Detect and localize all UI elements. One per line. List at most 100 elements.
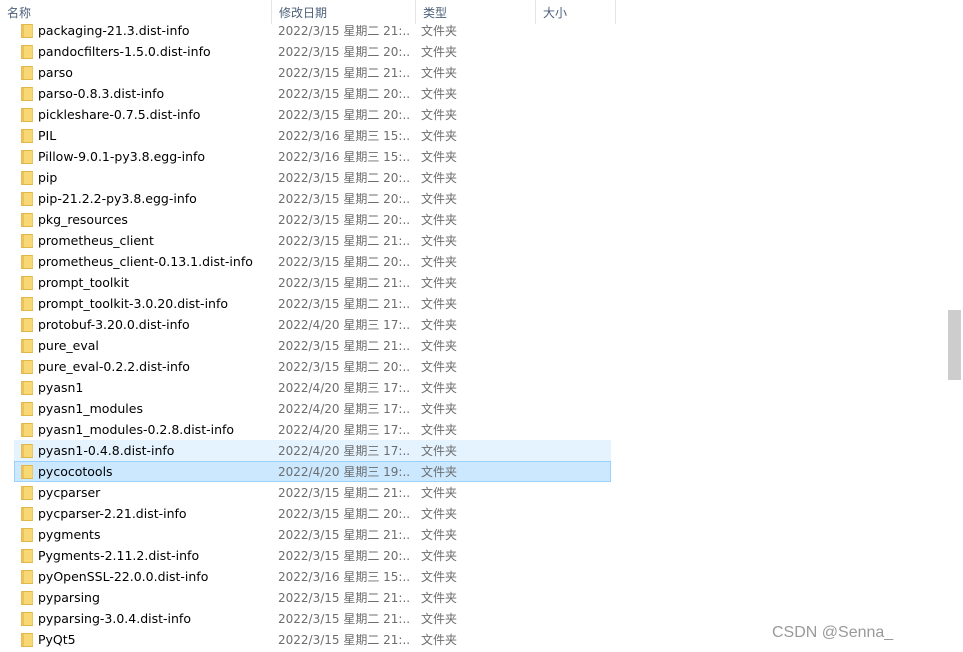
file-name: pyparsing-3.0.4.dist-info <box>38 611 191 626</box>
file-modified-date: 2022/3/15 星期二 20:... <box>278 213 410 227</box>
file-name: pip-21.2.2-py3.8.egg-info <box>38 191 197 206</box>
file-row[interactable]: pip 2022/3/15 星期二 20:... 文件夹 <box>14 167 611 188</box>
file-row[interactable]: pycocotools 2022/4/20 星期三 19:... 文件夹 <box>14 461 611 482</box>
file-modified-date: 2022/3/15 星期二 20:... <box>278 45 410 59</box>
folder-icon <box>21 150 33 164</box>
folder-icon <box>21 465 33 479</box>
file-row[interactable]: pickleshare-0.7.5.dist-info 2022/3/15 星期二… <box>14 104 611 125</box>
vertical-scrollbar[interactable] <box>946 0 963 652</box>
file-name: pycparser <box>38 485 101 500</box>
file-type: 文件夹 <box>421 45 458 59</box>
file-row[interactable]: PyQt5 2022/3/15 星期二 21:... 文件夹 <box>14 629 611 650</box>
folder-icon <box>21 213 33 227</box>
folder-icon <box>21 402 33 416</box>
file-type: 文件夹 <box>421 24 458 38</box>
folder-icon <box>21 381 33 395</box>
file-type: 文件夹 <box>421 339 458 353</box>
file-type: 文件夹 <box>421 213 458 227</box>
folder-icon <box>21 297 33 311</box>
folder-icon <box>21 528 33 542</box>
folder-icon <box>21 87 33 101</box>
file-row[interactable]: pycparser 2022/3/15 星期二 21:... 文件夹 <box>14 482 611 503</box>
file-name: pandocfilters-1.5.0.dist-info <box>38 44 211 59</box>
file-modified-date: 2022/3/15 星期二 21:... <box>278 276 410 290</box>
file-type: 文件夹 <box>421 318 458 332</box>
file-name: prompt_toolkit-3.0.20.dist-info <box>38 296 229 311</box>
file-type: 文件夹 <box>421 549 458 563</box>
file-row[interactable]: pip-21.2.2-py3.8.egg-info 2022/3/15 星期二 2… <box>14 188 611 209</box>
file-row[interactable]: pandocfilters-1.5.0.dist-info 2022/3/15 星… <box>14 41 611 62</box>
file-type: 文件夹 <box>421 87 458 101</box>
file-modified-date: 2022/4/20 星期三 19:... <box>278 465 410 479</box>
file-name: parso-0.8.3.dist-info <box>38 86 165 101</box>
folder-icon <box>21 255 33 269</box>
file-row[interactable]: prompt_toolkit-3.0.20.dist-info 2022/3/15… <box>14 293 611 314</box>
watermark: CSDN @Senna_ <box>772 624 894 641</box>
file-modified-date: 2022/3/15 星期二 20:... <box>278 255 410 269</box>
file-type: 文件夹 <box>421 255 458 269</box>
file-row[interactable]: pyparsing-3.0.4.dist-info 2022/3/15 星期二 2… <box>14 608 611 629</box>
file-row[interactable]: pycparser-2.21.dist-info 2022/3/15 星期二 20… <box>14 503 611 524</box>
file-name: pyOpenSSL-22.0.0.dist-info <box>38 569 209 584</box>
file-name: pyparsing <box>38 590 100 605</box>
file-type: 文件夹 <box>421 129 458 143</box>
file-modified-date: 2022/3/15 星期二 21:... <box>278 612 410 626</box>
file-name: PIL <box>38 128 57 143</box>
column-header-name-label: 名称 <box>7 6 32 20</box>
folder-icon <box>21 24 33 38</box>
file-type: 文件夹 <box>421 612 458 626</box>
file-type: 文件夹 <box>421 423 458 437</box>
file-row[interactable]: pygments 2022/3/15 星期二 21:... 文件夹 <box>14 524 611 545</box>
folder-icon <box>21 318 33 332</box>
file-row[interactable]: Pillow-9.0.1-py3.8.egg-info 2022/3/16 星期三… <box>14 146 611 167</box>
file-row[interactable]: prometheus_client 2022/3/15 星期二 21:... 文件夹 <box>14 230 611 251</box>
file-row[interactable]: parso-0.8.3.dist-info 2022/3/15 星期二 20:..… <box>14 83 611 104</box>
file-modified-date: 2022/3/16 星期三 15:... <box>278 570 410 584</box>
file-row[interactable]: pyasn1-0.4.8.dist-info 2022/4/20 星期三 17:.… <box>14 440 611 461</box>
file-modified-date: 2022/4/20 星期三 17:... <box>278 423 410 437</box>
file-row[interactable]: protobuf-3.20.0.dist-info 2022/4/20 星期三 1… <box>14 314 611 335</box>
file-row[interactable]: packaging-21.3.dist-info 2022/3/15 星期二 21… <box>14 20 611 41</box>
folder-icon <box>21 339 33 353</box>
file-name: packaging-21.3.dist-info <box>38 23 190 38</box>
sort-ascending-icon: ^ <box>135 0 143 4</box>
file-name: protobuf-3.20.0.dist-info <box>38 317 190 332</box>
file-row[interactable]: pyasn1 2022/4/20 星期三 17:... 文件夹 <box>14 377 611 398</box>
file-name: pycparser-2.21.dist-info <box>38 506 187 521</box>
column-header-size-label: 大小 <box>543 6 568 20</box>
folder-icon <box>21 45 33 59</box>
file-row[interactable]: pyparsing 2022/3/15 星期二 21:... 文件夹 <box>14 587 611 608</box>
folder-icon <box>21 192 33 206</box>
file-row[interactable]: pure_eval-0.2.2.dist-info 2022/3/15 星期二 2… <box>14 356 611 377</box>
file-modified-date: 2022/3/16 星期三 15:... <box>278 129 410 143</box>
file-row[interactable]: parso 2022/3/15 星期二 21:... 文件夹 <box>14 62 611 83</box>
file-modified-date: 2022/3/15 星期二 21:... <box>278 66 410 80</box>
file-type: 文件夹 <box>421 276 458 290</box>
file-name: pure_eval <box>38 338 99 353</box>
file-row[interactable]: Pygments-2.11.2.dist-info 2022/3/15 星期二 2… <box>14 545 611 566</box>
folder-icon <box>21 171 33 185</box>
scrollbar-thumb[interactable] <box>948 310 961 380</box>
file-name: pure_eval-0.2.2.dist-info <box>38 359 190 374</box>
folder-icon <box>21 633 33 647</box>
file-modified-date: 2022/3/15 星期二 20:... <box>278 192 410 206</box>
file-row[interactable]: prometheus_client-0.13.1.dist-info 2022/3… <box>14 251 611 272</box>
file-name: prompt_toolkit <box>38 275 129 290</box>
file-modified-date: 2022/3/16 星期三 15:... <box>278 150 410 164</box>
file-name: pyasn1_modules <box>38 401 143 416</box>
file-row[interactable]: PIL 2022/3/16 星期三 15:... 文件夹 <box>14 125 611 146</box>
file-name: pycocotools <box>38 464 113 479</box>
file-name: parso <box>38 65 73 80</box>
file-modified-date: 2022/3/15 星期二 20:... <box>278 108 410 122</box>
file-name: pkg_resources <box>38 212 128 227</box>
file-row[interactable]: pyOpenSSL-22.0.0.dist-info 2022/3/16 星期三 … <box>14 566 611 587</box>
file-name: pyasn1-0.4.8.dist-info <box>38 443 175 458</box>
file-row[interactable]: prompt_toolkit 2022/3/15 星期二 21:... 文件夹 <box>14 272 611 293</box>
folder-icon <box>21 360 33 374</box>
file-row[interactable]: pyasn1_modules 2022/4/20 星期三 17:... 文件夹 <box>14 398 611 419</box>
folder-icon <box>21 591 33 605</box>
folder-icon <box>21 570 33 584</box>
file-row[interactable]: pure_eval 2022/3/15 星期二 21:... 文件夹 <box>14 335 611 356</box>
file-row[interactable]: pkg_resources 2022/3/15 星期二 20:... 文件夹 <box>14 209 611 230</box>
file-row[interactable]: pyasn1_modules-0.2.8.dist-info 2022/4/20 … <box>14 419 611 440</box>
